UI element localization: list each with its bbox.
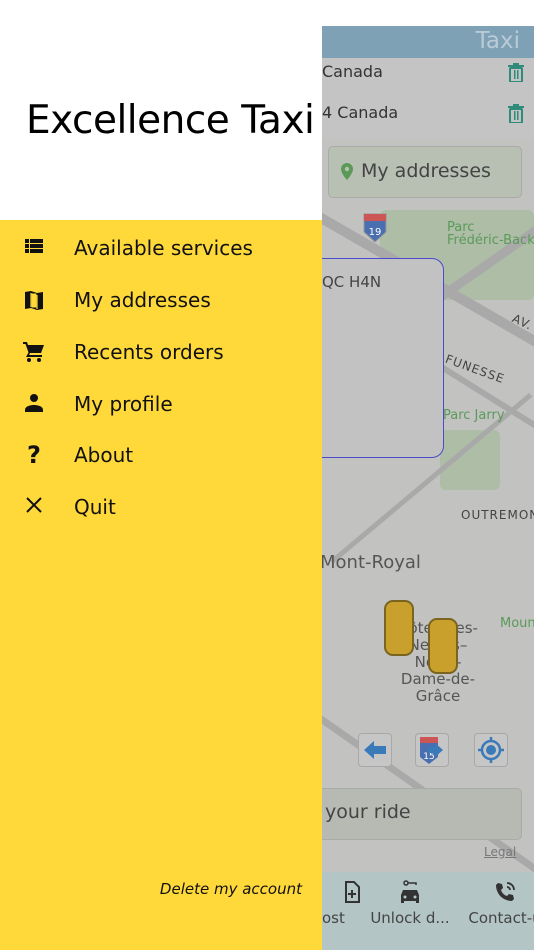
menu-item-quit[interactable]: Quit — [0, 493, 322, 541]
menu-label: Recents orders — [74, 340, 224, 364]
order-ride-button[interactable]: your ride — [300, 788, 522, 840]
drawer-header: Excellence Taxi — [0, 0, 322, 220]
tab-label: Contact-u — [468, 909, 534, 927]
popup-text: QC H4N — [322, 273, 382, 291]
address-text: 4 Canada — [322, 103, 399, 122]
trash-icon[interactable] — [508, 63, 524, 82]
list-icon — [25, 239, 43, 253]
address-text: Canada — [322, 62, 383, 81]
question-icon: ? — [27, 443, 41, 467]
ride-label: your ride — [325, 801, 411, 823]
map-icon — [25, 291, 43, 310]
car-key-icon — [401, 880, 419, 903]
taxi-marker[interactable] — [384, 600, 414, 656]
svg-text:?: ? — [27, 443, 41, 467]
map-label: Parc Jarry — [443, 408, 505, 423]
arrow-right-icon: 15 — [420, 737, 443, 764]
tab-label: Unlock d... — [370, 909, 450, 927]
menu-item-recent-orders[interactable]: Recents orders — [0, 338, 322, 386]
map-label: Moun — [500, 616, 534, 631]
menu-label: Quit — [74, 495, 116, 519]
menu-item-my-profile[interactable]: My profile — [0, 390, 322, 438]
delete-account-link[interactable]: Delete my account — [160, 880, 302, 898]
tab-label: ost — [322, 909, 345, 927]
person-icon — [25, 394, 43, 412]
map-label: Parc Frédéric-Back — [447, 220, 534, 248]
menu-label: Available services — [74, 236, 253, 260]
address-row[interactable]: 4 Canada — [322, 99, 534, 140]
cart-icon — [23, 342, 44, 362]
document-add-icon — [345, 881, 360, 903]
taxi-marker[interactable] — [428, 618, 458, 674]
my-addresses-label: My addresses — [361, 160, 491, 182]
locate-button[interactable] — [474, 733, 508, 767]
back-button[interactable] — [358, 733, 392, 767]
menu-item-my-addresses[interactable]: My addresses — [0, 286, 322, 334]
highway-shield: 19 — [363, 213, 387, 243]
forward-button[interactable]: 15 — [415, 733, 449, 767]
close-icon — [26, 497, 42, 513]
phone-call-icon — [496, 882, 515, 901]
location-pin-icon — [341, 163, 353, 180]
tab-unlock[interactable]: Unlock d... — [365, 872, 455, 950]
trash-icon[interactable] — [508, 104, 524, 123]
map-label: Mont-Royal — [320, 552, 421, 573]
menu-item-about[interactable]: ? About — [0, 441, 322, 489]
navigation-drawer: Excellence Taxi Available services My ad… — [0, 0, 322, 950]
menu-label: My profile — [74, 392, 173, 416]
menu-label: About — [74, 443, 134, 467]
header-title: Taxi — [475, 28, 520, 54]
tab-contact[interactable]: Contact-u — [460, 872, 534, 950]
arrow-left-icon — [364, 741, 386, 759]
address-row[interactable]: Canada — [322, 58, 534, 99]
svg-text:19: 19 — [369, 227, 382, 238]
app-title: Excellence Taxi — [26, 98, 315, 143]
map-label: OUTREMONT — [461, 508, 534, 522]
menu-label: My addresses — [74, 288, 211, 312]
crosshair-icon — [478, 737, 504, 763]
menu-item-available-services[interactable]: Available services — [0, 234, 322, 282]
map-label: FUNESSE — [443, 351, 507, 387]
svg-text:15: 15 — [423, 752, 434, 762]
legal-link[interactable]: Legal — [484, 845, 516, 859]
my-addresses-button[interactable]: My addresses — [328, 146, 522, 198]
